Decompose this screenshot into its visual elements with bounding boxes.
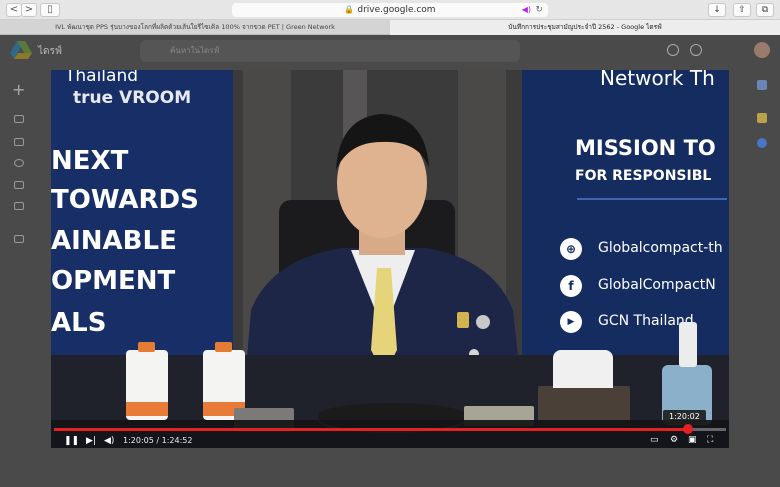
address-bar[interactable]: 🔒 drive.google.com ◀) ↻ (232, 3, 548, 17)
new-icon[interactable]: + (12, 80, 25, 99)
settings-icon[interactable] (690, 44, 702, 56)
duration: 1:24:52 (161, 436, 193, 445)
banner-line: TOWARDS (51, 185, 199, 215)
banner-line: NEXT (51, 146, 129, 176)
sidebar-toggle-button[interactable]: ▯ (40, 3, 60, 17)
time-display: 1:20:05 / 1:24:52 (123, 436, 192, 445)
banner-thailand-text: Thailand (65, 70, 139, 86)
tab-bar: IVL พัฒนาชุด PPS รุ่นบางของโลกที่ผลิตด้ว… (0, 20, 780, 35)
volume-icon[interactable]: ◀) (104, 437, 114, 446)
tab-title: IVL พัฒนาชุด PPS รุ่นบางของโลกที่ผลิตด้ว… (55, 23, 335, 31)
current-time: 1:20:05 (123, 436, 154, 445)
tasks-icon[interactable] (757, 138, 767, 148)
hover-time-tooltip: 1:20:02 (663, 410, 706, 424)
tab-green-network[interactable]: IVL พัฒนาชุด PPS รุ่นบางของโลกที่ผลิตด้ว… (0, 20, 390, 35)
progress-scrubber[interactable] (682, 424, 693, 434)
lock-icon: 🔒 (344, 5, 355, 14)
drive-title: ไดรฟ์ (38, 46, 62, 57)
trash-icon[interactable] (14, 202, 24, 210)
forward-button[interactable]: > (21, 3, 37, 17)
video-player[interactable]: Thailand true VROOM NEXT TOWARDS AINABLE… (51, 70, 729, 448)
time-separator: / (153, 436, 162, 445)
banner-line: ALS (51, 308, 107, 338)
recent-icon[interactable] (14, 159, 24, 167)
avatar[interactable] (754, 42, 770, 58)
banner-link-text: Globalcompact-th (598, 240, 723, 256)
my-drive-icon[interactable] (14, 115, 24, 123)
downloads-button[interactable]: ↓ (708, 3, 726, 17)
starred-icon[interactable] (14, 181, 24, 189)
reload-icon[interactable]: ↻ (535, 3, 543, 17)
tissue (553, 350, 613, 388)
banner-line: OPMENT (51, 266, 176, 296)
pause-icon[interactable]: ❚❚ (64, 437, 79, 446)
drive-search-input[interactable]: ค้นหาในไดรฟ์ (140, 40, 520, 62)
share-button[interactable]: ⇧ (733, 3, 751, 17)
banner-network-text: Network Th (600, 70, 715, 90)
banner-line: AINABLE (51, 226, 177, 256)
new-tab-button[interactable]: ⧉ (756, 3, 774, 17)
next-icon[interactable]: ▶| (86, 437, 96, 446)
settings-gear-icon[interactable]: ⚙ (670, 436, 680, 445)
audio-playing-icon[interactable]: ◀) (522, 3, 531, 17)
progress-fill (54, 428, 688, 431)
lapel-badge (476, 315, 490, 329)
banner-link-text: GlobalCompactN (598, 277, 716, 293)
progress-bar[interactable] (54, 424, 726, 434)
help-icon[interactable] (667, 44, 679, 56)
storage-icon[interactable] (14, 235, 24, 243)
miniplayer-icon[interactable]: ▣ (688, 436, 698, 445)
browser-toolbar: < > ▯ 🔒 drive.google.com ◀) ↻ ↓ ⇧ ⧉ (0, 0, 780, 20)
back-button[interactable]: < (6, 3, 22, 17)
calendar-icon[interactable] (757, 80, 767, 90)
lapel-pin (457, 312, 469, 328)
keep-icon[interactable] (757, 113, 767, 123)
true-vroom-logo: true VROOM (73, 88, 192, 108)
fullscreen-icon[interactable]: ⛶ (707, 436, 717, 445)
drive-logo-icon (10, 41, 32, 59)
water-bottle (126, 342, 168, 420)
shared-icon[interactable] (14, 138, 24, 146)
subtitles-icon[interactable]: ▭ (650, 436, 660, 445)
tab-google-drive[interactable]: บันทึกการประชุมสามัญประจำปี 2562 - Googl… (390, 20, 780, 35)
tab-title: บันทึกการประชุมสามัญประจำปี 2562 - Googl… (508, 23, 662, 31)
sanitizer-pump (679, 322, 697, 367)
address-text: drive.google.com (357, 5, 436, 15)
